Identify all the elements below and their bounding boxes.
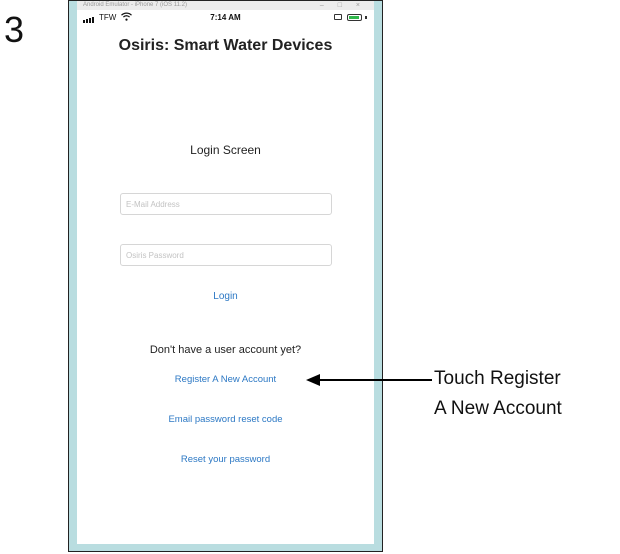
callout-line-2: A New Account — [434, 398, 562, 419]
callout-text: Touch Register A New Account — [434, 364, 562, 424]
callout-line-1: Touch Register — [434, 368, 561, 389]
callout-arrow — [306, 374, 432, 386]
